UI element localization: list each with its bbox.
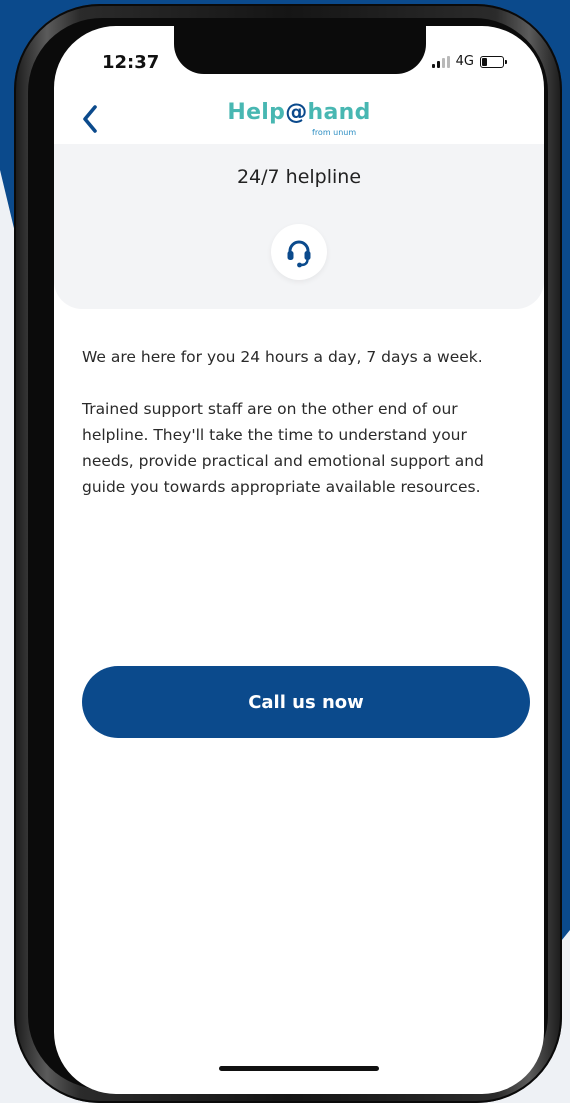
helpline-description: We are here for you 24 hours a day, 7 da… xyxy=(82,344,522,526)
phone-screen: 12:37 4G Help@hand from unum 24/7 helpli… xyxy=(54,26,544,1094)
logo-text-help: Help xyxy=(227,100,286,125)
network-label: 4G xyxy=(455,54,474,69)
logo-text-at: @ xyxy=(285,100,308,125)
logo-text-hand: hand xyxy=(307,100,371,125)
signal-icon xyxy=(431,55,450,68)
phone-frame: 12:37 4G Help@hand from unum 24/7 helpli… xyxy=(14,4,562,1103)
logo-subtext: from unum xyxy=(312,128,357,137)
call-us-now-button[interactable]: Call us now xyxy=(82,666,530,738)
app-logo: Help@hand xyxy=(54,100,544,125)
status-indicators: 4G xyxy=(431,54,507,69)
battery-icon xyxy=(480,55,507,68)
nav-bar: Help@hand from unum xyxy=(54,92,544,146)
page-title: 24/7 helpline xyxy=(236,166,362,188)
headset-icon xyxy=(287,240,311,268)
paragraph-availability: We are here for you 24 hours a day, 7 da… xyxy=(82,348,483,366)
headset-badge xyxy=(271,224,327,280)
notch xyxy=(174,26,426,74)
paragraph-support: Trained support staff are on the other e… xyxy=(82,400,484,496)
home-indicator[interactable] xyxy=(219,1066,379,1071)
hero-section: 24/7 helpline xyxy=(54,144,544,309)
status-time: 12:37 xyxy=(102,52,160,73)
